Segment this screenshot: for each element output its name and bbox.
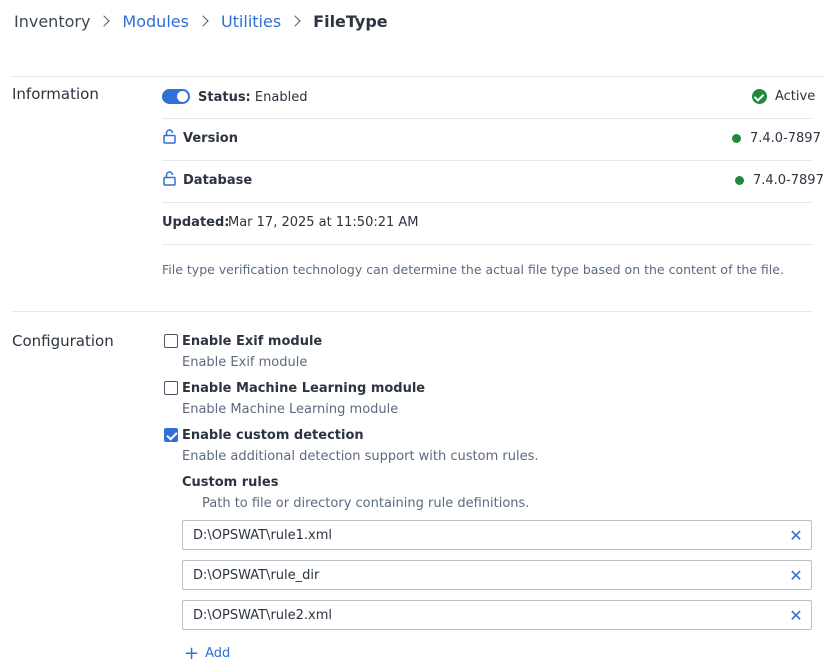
plus-icon: + xyxy=(184,642,200,664)
divider xyxy=(12,76,824,77)
ml-label[interactable]: Enable Machine Learning module xyxy=(182,381,425,396)
divider xyxy=(12,311,812,312)
close-icon[interactable]: ✕ xyxy=(781,521,811,549)
status-toggle[interactable] xyxy=(162,89,190,104)
module-description: File type verification technology can de… xyxy=(162,262,784,277)
rule-path[interactable]: D:\OPSWAT\rule_dir xyxy=(193,568,781,583)
status-value: Enabled xyxy=(254,90,308,105)
close-icon[interactable]: ✕ xyxy=(781,601,811,629)
add-rule-button[interactable]: + Add xyxy=(184,642,231,664)
page-title: FileType xyxy=(313,11,388,31)
chevron-right-icon xyxy=(289,15,301,27)
exif-help: Enable Exif module xyxy=(182,355,308,370)
updated-value: Mar 17, 2025 at 11:50:21 AM xyxy=(228,215,419,230)
ml-help: Enable Machine Learning module xyxy=(182,402,399,417)
divider xyxy=(162,118,812,119)
rule-input[interactable]: D:\OPSWAT\rule1.xml ✕ xyxy=(182,520,812,550)
divider xyxy=(162,160,812,161)
breadcrumb-utilities[interactable]: Utilities xyxy=(221,12,281,31)
configuration-title: Configuration xyxy=(12,332,114,350)
chevron-right-icon xyxy=(98,15,111,27)
status-badge: Active xyxy=(775,89,816,104)
rule-path[interactable]: D:\OPSWAT\rule1.xml xyxy=(193,528,781,543)
custom-detection-checkbox[interactable] xyxy=(164,428,178,442)
chevron-right-icon xyxy=(197,15,209,27)
breadcrumb-modules[interactable]: Modules xyxy=(122,12,189,31)
unlock-icon xyxy=(163,129,176,144)
breadcrumb: Inventory Modules Utilities FileType xyxy=(14,11,388,31)
status-dot xyxy=(735,176,744,185)
unlock-icon xyxy=(163,171,176,186)
rule-input[interactable]: D:\OPSWAT\rule_dir ✕ xyxy=(182,560,812,590)
breadcrumb-inventory[interactable]: Inventory xyxy=(14,12,90,31)
status-label: Status: xyxy=(198,90,251,105)
divider xyxy=(162,244,812,245)
rule-input[interactable]: D:\OPSWAT\rule2.xml ✕ xyxy=(182,600,812,630)
custom-rules-help: Path to file or directory containing rul… xyxy=(202,496,530,511)
custom-detection-label[interactable]: Enable custom detection xyxy=(182,428,364,443)
exif-checkbox[interactable] xyxy=(164,334,178,348)
database-value: 7.4.0-7897 xyxy=(753,173,824,188)
version-label: Version xyxy=(183,131,238,146)
version-value: 7.4.0-7897 xyxy=(750,131,821,146)
divider xyxy=(162,202,812,203)
check-circle-icon xyxy=(752,89,767,104)
add-rule-label: Add xyxy=(205,646,231,661)
custom-rules-title: Custom rules xyxy=(182,475,279,490)
rule-path[interactable]: D:\OPSWAT\rule2.xml xyxy=(193,608,781,623)
custom-detection-help: Enable additional detection support with… xyxy=(182,449,539,464)
exif-label[interactable]: Enable Exif module xyxy=(182,334,322,349)
close-icon[interactable]: ✕ xyxy=(781,561,811,589)
database-label: Database xyxy=(183,173,253,188)
status-row: Status: Enabled xyxy=(198,90,307,105)
information-title: Information xyxy=(12,85,99,103)
ml-checkbox[interactable] xyxy=(164,381,178,395)
status-dot xyxy=(732,134,741,143)
updated-label: Updated: xyxy=(162,215,230,230)
